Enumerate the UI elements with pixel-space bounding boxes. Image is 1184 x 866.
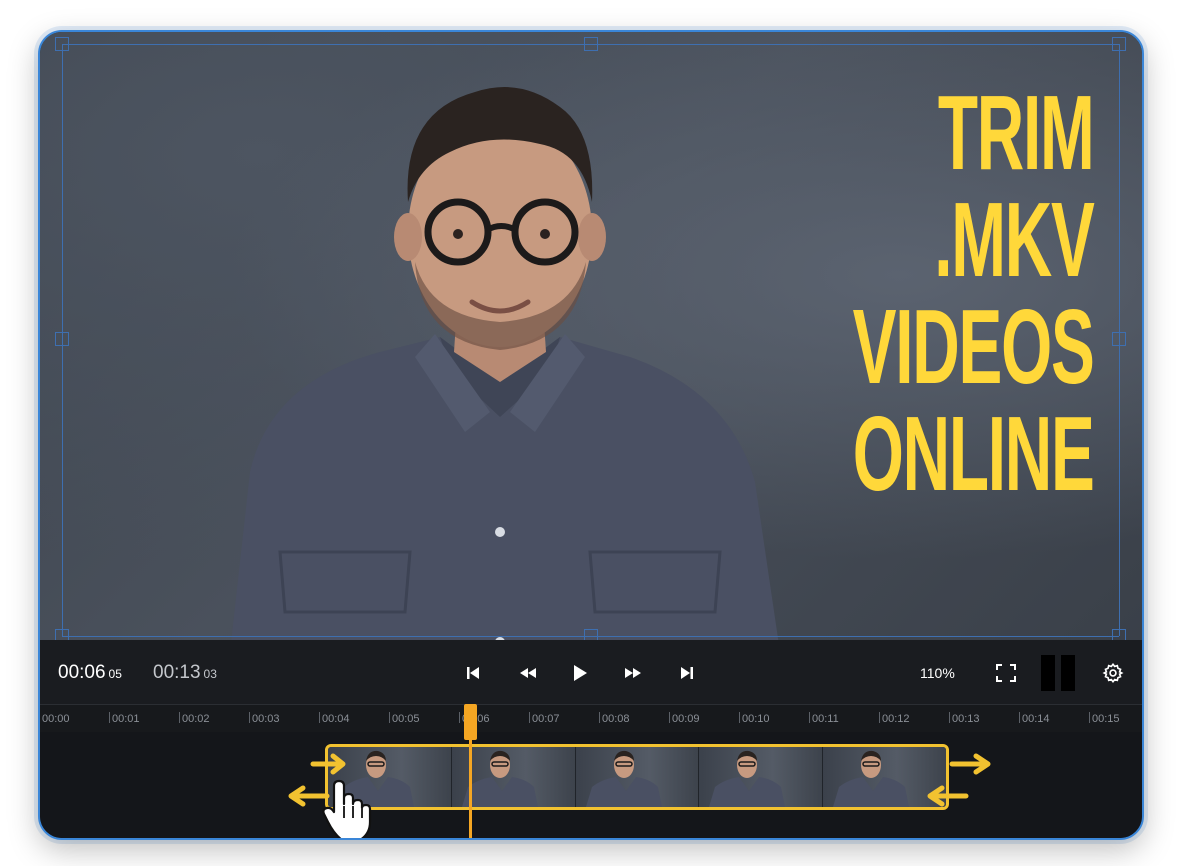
fast-forward-button[interactable] xyxy=(620,660,646,686)
video-clip[interactable] xyxy=(325,744,949,810)
resize-handle-top-right[interactable] xyxy=(1112,37,1126,51)
current-timecode: 00:06 05 xyxy=(58,662,122,684)
clip-thumbnail xyxy=(575,747,700,807)
resize-handle-bottom-left[interactable] xyxy=(55,629,69,640)
fast-forward-icon xyxy=(625,668,641,678)
split-view-button[interactable] xyxy=(1040,654,1076,692)
duration-time: 00:13 xyxy=(153,662,201,683)
ruler-tick: 00:03 xyxy=(249,712,280,725)
split-view-icon xyxy=(1041,655,1075,691)
headline-line: VIDEOS xyxy=(853,288,1095,406)
resize-handle-bottom-right[interactable] xyxy=(1112,629,1126,640)
rewind-icon xyxy=(520,668,536,678)
resize-handle-left[interactable] xyxy=(55,332,69,346)
resize-handle-top-left[interactable] xyxy=(55,37,69,51)
fullscreen-button[interactable] xyxy=(993,660,1019,686)
editor-frame: TRIM .MKV VIDEOS ONLINE 00:06 05 00:13 03 … xyxy=(38,30,1144,840)
ruler-tick: 00:07 xyxy=(529,712,560,725)
skip-end-button[interactable] xyxy=(674,660,700,686)
rewind-button[interactable] xyxy=(515,660,541,686)
gear-icon xyxy=(1102,662,1124,684)
ruler-tick: 00:15 xyxy=(1089,712,1120,725)
ruler-tick: 00:08 xyxy=(599,712,630,725)
arrow-left-right-icon[interactable] xyxy=(922,752,994,808)
skip-start-button[interactable] xyxy=(460,660,486,686)
skip-end-icon xyxy=(681,667,693,679)
headline-line: TRIM xyxy=(938,74,1095,192)
current-frames: 05 xyxy=(108,667,122,681)
headline-text: TRIM .MKV VIDEOS ONLINE xyxy=(853,74,1096,513)
zoom-level[interactable]: 110% xyxy=(920,665,955,681)
ruler-tick: 00:10 xyxy=(739,712,770,725)
play-button[interactable] xyxy=(567,660,593,686)
ruler-tick: 00:09 xyxy=(669,712,700,725)
video-preview[interactable]: TRIM .MKV VIDEOS ONLINE xyxy=(40,32,1142,640)
presenter-image xyxy=(231,87,779,640)
settings-button[interactable] xyxy=(1100,660,1126,686)
current-time: 00:06 xyxy=(58,662,106,683)
headline-line: ONLINE xyxy=(853,395,1095,513)
ruler-tick: 00:01 xyxy=(109,712,140,725)
fullscreen-icon xyxy=(996,664,1016,682)
skip-start-icon xyxy=(467,667,479,679)
playhead-handle[interactable] xyxy=(464,704,477,740)
resize-handle-top[interactable] xyxy=(584,37,598,51)
ruler-tick: 00:11 xyxy=(809,712,839,725)
ruler-tick: 00:02 xyxy=(179,712,210,725)
duration-frames: 03 xyxy=(203,667,217,681)
resize-handle-right[interactable] xyxy=(1112,332,1126,346)
ruler-tick: 00:05 xyxy=(389,712,420,725)
resize-handle-bottom[interactable] xyxy=(584,629,598,640)
ruler-tick: 00:13 xyxy=(949,712,980,725)
ruler-tick: 00:12 xyxy=(879,712,910,725)
headline-line: .MKV xyxy=(934,181,1096,299)
video-track xyxy=(40,732,1142,838)
hand-cursor-icon xyxy=(322,779,372,838)
ruler-tick: 00:00 xyxy=(40,712,70,725)
ruler-tick: 00:04 xyxy=(319,712,350,725)
clip-thumbnail xyxy=(699,747,824,807)
ruler-tick: 00:14 xyxy=(1019,712,1050,725)
duration-timecode: 00:13 03 xyxy=(153,662,217,684)
play-icon xyxy=(574,665,587,681)
timeline-ruler[interactable]: 00:00 00:01 00:02 00:03 00:04 00:05 00:0… xyxy=(40,704,1142,733)
player-controls: 00:06 05 00:13 03 110% xyxy=(40,640,1142,704)
